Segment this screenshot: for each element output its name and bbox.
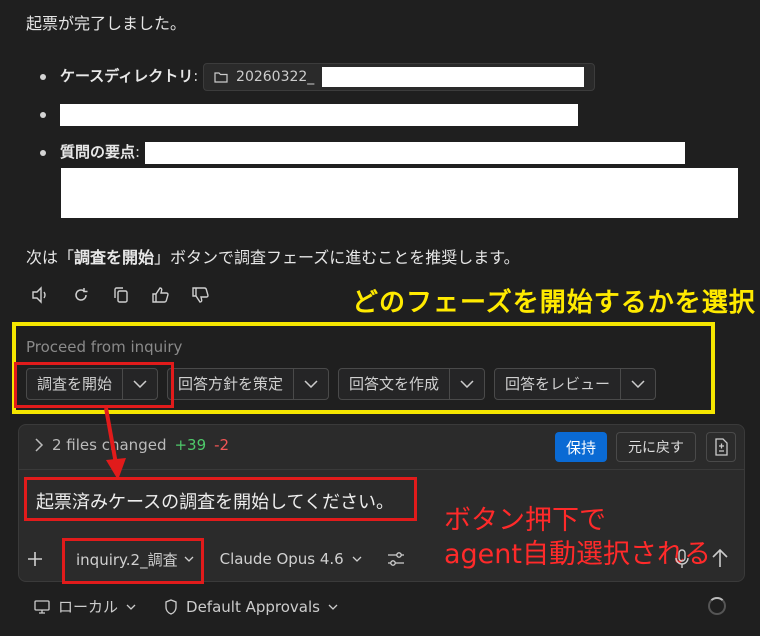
- chevron-down-icon[interactable]: [621, 380, 655, 388]
- step-button-plan[interactable]: 回答方針を策定: [167, 368, 330, 400]
- bullet-label: ケースディレクトリ: [60, 67, 194, 85]
- case-dir-value: 20260322_: [236, 68, 315, 85]
- case-dir-chip[interactable]: 20260322_: [203, 62, 596, 91]
- folder-icon: [214, 71, 228, 83]
- recommendation-text: 次は「調査を開始」ボタンで調査フェーズに進むことを推奨します。: [26, 248, 520, 267]
- deletions-count: -2: [214, 436, 230, 454]
- shield-icon: [165, 598, 177, 615]
- redaction: [60, 103, 578, 126]
- step-button-review[interactable]: 回答をレビュー: [494, 368, 657, 400]
- redaction: [322, 66, 585, 87]
- chevron-down-icon: [352, 556, 362, 562]
- message-title: 起票が完了しました。: [26, 14, 187, 33]
- annotation-auto-select: ボタン押下で agent自動選択される: [444, 505, 711, 570]
- annotation-red-box: [62, 538, 204, 584]
- additions-count: +39: [174, 436, 207, 454]
- redaction: [61, 168, 738, 218]
- monitor-icon: [34, 599, 50, 614]
- chevron-down-icon: [126, 604, 136, 610]
- chevron-down-icon: [328, 604, 338, 610]
- thumbs-down-icon[interactable]: [190, 284, 212, 306]
- settings-sliders-icon[interactable]: [386, 550, 406, 568]
- retry-icon[interactable]: [70, 284, 92, 306]
- model-picker[interactable]: Claude Opus 4.6: [220, 550, 362, 568]
- summary-list: ケースディレクトリ: 20260322_ 質問の要点:: [34, 62, 734, 176]
- step-button-draft[interactable]: 回答文を作成: [338, 368, 486, 400]
- bullet-label: 質問の要点: [60, 143, 136, 161]
- loading-spinner-icon: [708, 597, 726, 615]
- copy-icon[interactable]: [110, 284, 132, 306]
- proceed-label: Proceed from inquiry: [26, 338, 183, 356]
- send-icon[interactable]: [710, 547, 730, 573]
- status-bar: ローカル Default Approvals: [34, 596, 338, 617]
- annotation-phase-select: どのフェーズを開始するかを選択: [352, 288, 756, 318]
- approvals-picker[interactable]: Default Approvals: [164, 598, 338, 616]
- location-picker[interactable]: ローカル: [34, 596, 136, 617]
- annotation-arrow: [104, 407, 126, 480]
- annotation-red-box: [24, 477, 417, 521]
- keep-button[interactable]: 保持: [555, 432, 607, 462]
- changes-summary[interactable]: 2 files changed +39 -2: [34, 436, 229, 454]
- chevron-right-icon[interactable]: [34, 438, 44, 452]
- list-item: ケースディレクトリ: 20260322_: [34, 62, 734, 100]
- undo-button[interactable]: 元に戻す: [616, 432, 696, 462]
- chevron-down-icon[interactable]: [294, 380, 328, 388]
- list-item: [34, 100, 734, 138]
- review-changes-icon[interactable]: [706, 432, 736, 462]
- thumbs-up-icon[interactable]: [150, 284, 172, 306]
- annotation-red-box: [14, 362, 174, 408]
- microphone-icon[interactable]: [674, 548, 690, 574]
- redaction: [144, 141, 685, 164]
- message-actions: [30, 284, 212, 306]
- add-icon[interactable]: [26, 550, 50, 568]
- chevron-down-icon[interactable]: [450, 380, 484, 388]
- read-aloud-icon[interactable]: [30, 284, 52, 306]
